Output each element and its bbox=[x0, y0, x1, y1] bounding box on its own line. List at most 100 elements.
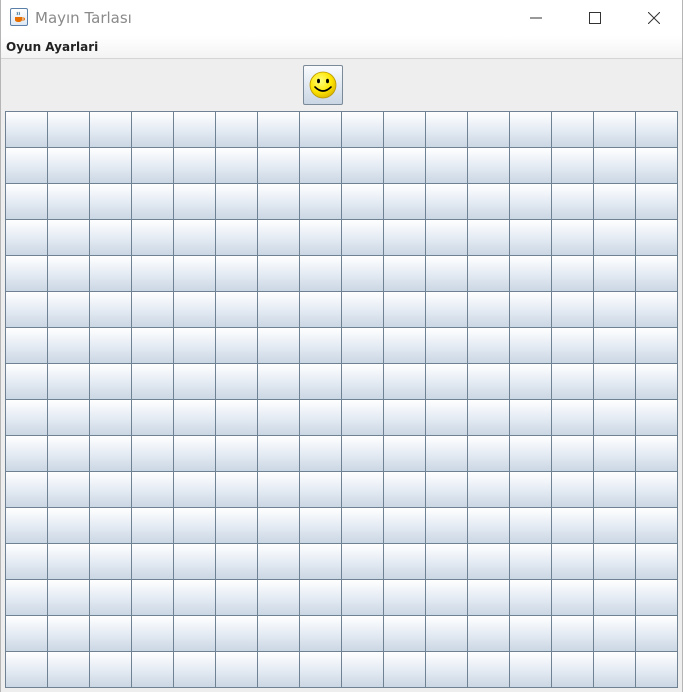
mine-cell[interactable] bbox=[215, 507, 258, 544]
mine-cell[interactable] bbox=[467, 363, 510, 400]
mine-cell[interactable] bbox=[425, 219, 468, 256]
mine-cell[interactable] bbox=[89, 327, 132, 364]
mine-cell[interactable] bbox=[551, 615, 594, 652]
mine-cell[interactable] bbox=[173, 147, 216, 184]
mine-cell[interactable] bbox=[131, 363, 174, 400]
mine-cell[interactable] bbox=[383, 507, 426, 544]
mine-cell[interactable] bbox=[341, 615, 384, 652]
mine-cell[interactable] bbox=[593, 651, 636, 688]
mine-cell[interactable] bbox=[509, 615, 552, 652]
mine-cell[interactable] bbox=[47, 651, 90, 688]
mine-cell[interactable] bbox=[593, 291, 636, 328]
mine-cell[interactable] bbox=[383, 651, 426, 688]
mine-cell[interactable] bbox=[467, 543, 510, 580]
mine-cell[interactable] bbox=[89, 111, 132, 148]
mine-cell[interactable] bbox=[299, 651, 342, 688]
mine-cell[interactable] bbox=[635, 255, 678, 292]
mine-cell[interactable] bbox=[425, 399, 468, 436]
mine-cell[interactable] bbox=[5, 291, 48, 328]
mine-cell[interactable] bbox=[299, 183, 342, 220]
mine-cell[interactable] bbox=[383, 255, 426, 292]
mine-cell[interactable] bbox=[593, 183, 636, 220]
close-button[interactable] bbox=[625, 0, 682, 36]
mine-cell[interactable] bbox=[593, 363, 636, 400]
mine-cell[interactable] bbox=[635, 471, 678, 508]
mine-cell[interactable] bbox=[635, 399, 678, 436]
mine-cell[interactable] bbox=[257, 363, 300, 400]
mine-cell[interactable] bbox=[47, 615, 90, 652]
mine-cell[interactable] bbox=[47, 363, 90, 400]
mine-cell[interactable] bbox=[383, 219, 426, 256]
mine-cell[interactable] bbox=[341, 255, 384, 292]
mine-cell[interactable] bbox=[173, 255, 216, 292]
minimize-button[interactable] bbox=[507, 0, 565, 36]
mine-cell[interactable] bbox=[215, 543, 258, 580]
mine-cell[interactable] bbox=[131, 435, 174, 472]
mine-cell[interactable] bbox=[5, 543, 48, 580]
mine-cell[interactable] bbox=[467, 327, 510, 364]
mine-cell[interactable] bbox=[551, 399, 594, 436]
mine-cell[interactable] bbox=[5, 615, 48, 652]
mine-cell[interactable] bbox=[215, 291, 258, 328]
mine-cell[interactable] bbox=[89, 183, 132, 220]
mine-cell[interactable] bbox=[215, 219, 258, 256]
mine-cell[interactable] bbox=[173, 399, 216, 436]
mine-cell[interactable] bbox=[131, 399, 174, 436]
mine-cell[interactable] bbox=[257, 219, 300, 256]
mine-cell[interactable] bbox=[47, 183, 90, 220]
mine-cell[interactable] bbox=[635, 615, 678, 652]
mine-cell[interactable] bbox=[5, 255, 48, 292]
mine-cell[interactable] bbox=[593, 219, 636, 256]
maximize-button[interactable] bbox=[566, 0, 624, 36]
mine-cell[interactable] bbox=[89, 507, 132, 544]
mine-cell[interactable] bbox=[299, 471, 342, 508]
mine-cell[interactable] bbox=[593, 327, 636, 364]
mine-cell[interactable] bbox=[257, 255, 300, 292]
mine-cell[interactable] bbox=[89, 471, 132, 508]
mine-cell[interactable] bbox=[215, 651, 258, 688]
mine-cell[interactable] bbox=[383, 615, 426, 652]
mine-cell[interactable] bbox=[89, 435, 132, 472]
mine-cell[interactable] bbox=[383, 183, 426, 220]
mine-cell[interactable] bbox=[341, 471, 384, 508]
mine-cell[interactable] bbox=[593, 147, 636, 184]
mine-cell[interactable] bbox=[257, 111, 300, 148]
mine-cell[interactable] bbox=[341, 363, 384, 400]
mine-cell[interactable] bbox=[593, 507, 636, 544]
mine-cell[interactable] bbox=[173, 579, 216, 616]
mine-cell[interactable] bbox=[131, 579, 174, 616]
mine-cell[interactable] bbox=[89, 255, 132, 292]
mine-cell[interactable] bbox=[215, 147, 258, 184]
mine-cell[interactable] bbox=[635, 147, 678, 184]
mine-cell[interactable] bbox=[131, 615, 174, 652]
menu-oyun-ayarlari[interactable]: Oyun Ayarlari bbox=[6, 40, 98, 54]
mine-cell[interactable] bbox=[551, 255, 594, 292]
mine-cell[interactable] bbox=[5, 327, 48, 364]
mine-cell[interactable] bbox=[173, 543, 216, 580]
mine-cell[interactable] bbox=[5, 219, 48, 256]
mine-cell[interactable] bbox=[425, 579, 468, 616]
mine-cell[interactable] bbox=[131, 291, 174, 328]
mine-cell[interactable] bbox=[467, 507, 510, 544]
mine-cell[interactable] bbox=[593, 615, 636, 652]
mine-cell[interactable] bbox=[173, 435, 216, 472]
mine-cell[interactable] bbox=[5, 111, 48, 148]
mine-cell[interactable] bbox=[509, 543, 552, 580]
mine-cell[interactable] bbox=[425, 651, 468, 688]
mine-cell[interactable] bbox=[47, 579, 90, 616]
mine-cell[interactable] bbox=[551, 435, 594, 472]
mine-cell[interactable] bbox=[551, 363, 594, 400]
mine-cell[interactable] bbox=[131, 147, 174, 184]
mine-cell[interactable] bbox=[89, 615, 132, 652]
mine-cell[interactable] bbox=[299, 363, 342, 400]
mine-cell[interactable] bbox=[341, 327, 384, 364]
mine-cell[interactable] bbox=[551, 651, 594, 688]
mine-cell[interactable] bbox=[509, 399, 552, 436]
mine-cell[interactable] bbox=[509, 651, 552, 688]
mine-cell[interactable] bbox=[467, 183, 510, 220]
mine-cell[interactable] bbox=[593, 435, 636, 472]
mine-cell[interactable] bbox=[215, 363, 258, 400]
mine-cell[interactable] bbox=[257, 435, 300, 472]
mine-cell[interactable] bbox=[635, 651, 678, 688]
mine-cell[interactable] bbox=[131, 255, 174, 292]
